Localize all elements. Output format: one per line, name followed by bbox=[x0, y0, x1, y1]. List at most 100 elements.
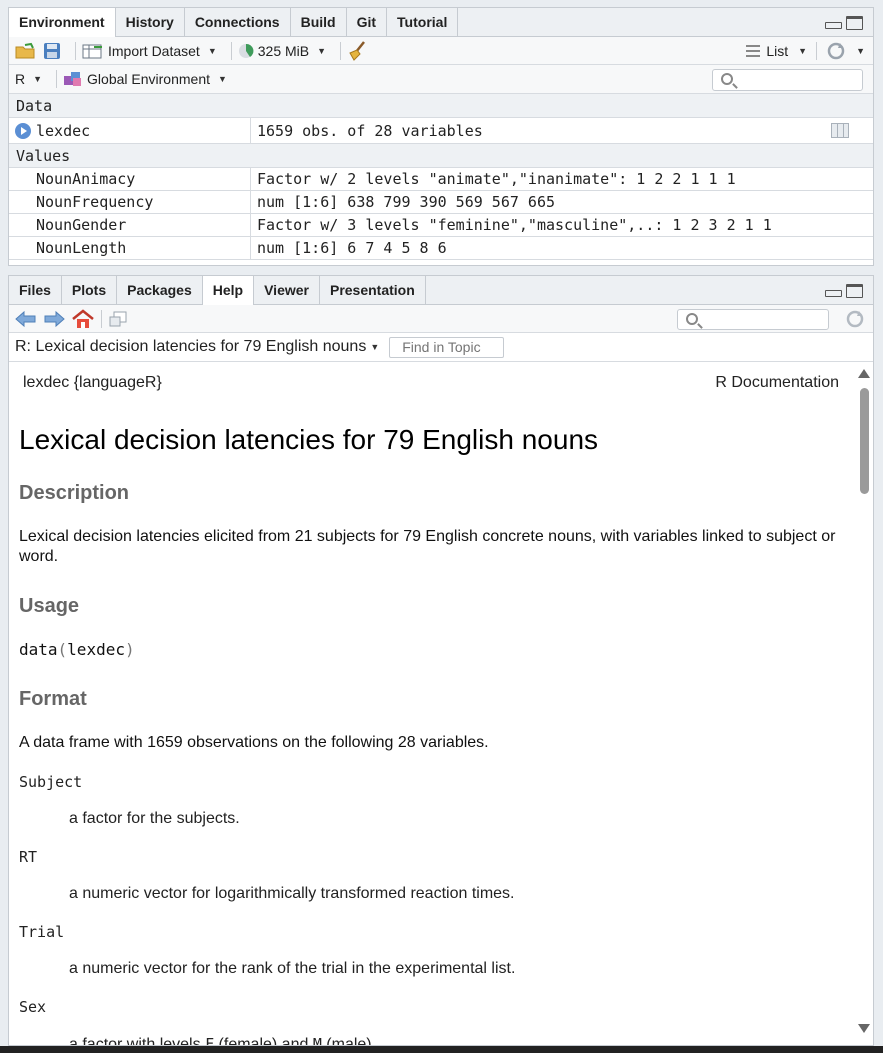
topic-title-dropdown[interactable]: R: Lexical decision latencies for 79 Eng… bbox=[15, 338, 366, 356]
scroll-up-icon[interactable] bbox=[858, 369, 870, 378]
data-section-header: Data bbox=[9, 94, 873, 118]
tab-viewer[interactable]: Viewer bbox=[254, 276, 320, 304]
back-arrow-icon[interactable] bbox=[15, 310, 37, 328]
value-row[interactable]: NounGender Factor w/ 3 levels "feminine"… bbox=[9, 214, 873, 237]
sex-desc-post: (male). bbox=[321, 1036, 377, 1045]
data-row-lexdec[interactable]: lexdec 1659 obs. of 28 variables bbox=[9, 118, 873, 144]
forward-arrow-icon[interactable] bbox=[43, 310, 65, 328]
sex-desc-mid: (female) and bbox=[214, 1036, 313, 1045]
broom-icon[interactable] bbox=[347, 40, 369, 61]
usage-code: data(lexdec) bbox=[19, 640, 845, 660]
refresh-icon[interactable] bbox=[845, 309, 865, 329]
sex-desc-pre: a factor with levels bbox=[69, 1036, 206, 1045]
help-scrollbar[interactable] bbox=[855, 362, 873, 1045]
object-value: Factor w/ 3 levels "feminine","masculine… bbox=[257, 216, 772, 234]
language-label: R bbox=[15, 71, 26, 87]
help-toolbar bbox=[9, 305, 873, 333]
help-topic-bar: R: Lexical decision latencies for 79 Eng… bbox=[9, 333, 873, 362]
memory-usage-label: 325 MiB bbox=[257, 42, 310, 59]
help-tabbar: Files Plots Packages Help Viewer Present… bbox=[9, 276, 873, 305]
object-value: num [1:6] 6 7 4 5 8 6 bbox=[257, 239, 447, 257]
object-name: lexdec bbox=[9, 118, 251, 143]
value-row[interactable]: NounLength num [1:6] 6 7 4 5 8 6 bbox=[9, 237, 873, 260]
tab-help[interactable]: Help bbox=[202, 276, 255, 305]
import-dataset-button[interactable]: Import Dataset ▼ bbox=[82, 43, 217, 59]
expand-play-icon[interactable] bbox=[15, 123, 31, 139]
variable-description: a numeric vector for the rank of the tri… bbox=[69, 960, 516, 977]
tab-build[interactable]: Build bbox=[290, 8, 347, 36]
env-scope-bar: R ▼ Global Environment ▼ bbox=[9, 65, 873, 94]
tab-git[interactable]: Git bbox=[346, 8, 388, 36]
scroll-down-icon[interactable] bbox=[858, 1024, 870, 1033]
memory-pie-icon bbox=[238, 43, 254, 58]
value-row[interactable]: NounAnimacy Factor w/ 2 levels "animate"… bbox=[9, 168, 873, 191]
usage-heading: Usage bbox=[19, 595, 80, 617]
search-icon bbox=[686, 313, 698, 325]
open-folder-icon[interactable] bbox=[15, 42, 39, 60]
usage-open-paren: ( bbox=[57, 640, 68, 659]
variable-name: Subject bbox=[19, 773, 83, 791]
tab-tutorial[interactable]: Tutorial bbox=[387, 8, 459, 36]
help-pane: Files Plots Packages Help Viewer Present… bbox=[8, 275, 874, 1046]
home-icon[interactable] bbox=[71, 308, 95, 329]
view-table-icon[interactable] bbox=[831, 123, 849, 138]
sex-level-f: F bbox=[205, 1035, 215, 1045]
import-table-icon bbox=[82, 44, 102, 58]
environment-scope-label: Global Environment bbox=[87, 71, 210, 87]
variable-name: Sex bbox=[19, 998, 47, 1016]
object-value: Factor w/ 2 levels "animate","inanimate"… bbox=[257, 170, 736, 188]
variable-description: a factor for the subjects. bbox=[69, 810, 240, 827]
object-name: NounAnimacy bbox=[9, 168, 251, 190]
tab-packages[interactable]: Packages bbox=[117, 276, 203, 304]
usage-function: data bbox=[19, 640, 58, 659]
view-mode-label[interactable]: List bbox=[766, 43, 788, 59]
tab-environment[interactable]: Environment bbox=[9, 8, 116, 37]
description-text: Lexical decision latencies elicited from… bbox=[19, 528, 836, 565]
chevron-down-icon: ▼ bbox=[207, 45, 217, 56]
open-in-window-icon[interactable] bbox=[108, 310, 128, 328]
tab-plots[interactable]: Plots bbox=[61, 276, 118, 304]
doc-source-label: R Documentation bbox=[715, 374, 839, 391]
chevron-down-icon: ▼ bbox=[856, 46, 865, 56]
object-name: NounGender bbox=[9, 214, 251, 236]
memory-usage-button[interactable]: 325 MiB ▼ bbox=[238, 43, 326, 59]
window-bottom-edge bbox=[0, 1046, 883, 1053]
value-row[interactable]: NounFrequency num [1:6] 638 799 390 569 … bbox=[9, 191, 873, 214]
format-text: A data frame with 1659 observations on t… bbox=[19, 734, 489, 751]
chevron-down-icon: ▼ bbox=[33, 74, 43, 84]
chevron-down-icon: ▼ bbox=[798, 46, 808, 56]
chevron-down-icon: ▼ bbox=[317, 45, 327, 56]
tab-presentation[interactable]: Presentation bbox=[319, 276, 426, 304]
chevron-down-icon[interactable]: ▼ bbox=[370, 342, 379, 352]
doc-title: Lexical decision latencies for 79 Englis… bbox=[19, 424, 599, 455]
variable-description: a factor with levels F (female) and M (m… bbox=[19, 1035, 845, 1045]
variable-name: Trial bbox=[19, 923, 65, 941]
list-view-icon[interactable] bbox=[746, 45, 761, 57]
find-in-topic-input[interactable] bbox=[389, 336, 505, 358]
help-document: lexdec {languageR} R Documentation Lexic… bbox=[9, 362, 855, 1045]
tab-files[interactable]: Files bbox=[9, 276, 62, 304]
usage-argument: lexdec bbox=[67, 640, 125, 659]
env-tabbar: Environment History Connections Build Gi… bbox=[9, 8, 873, 37]
environment-cubes-icon bbox=[64, 72, 82, 86]
chevron-down-icon: ▼ bbox=[218, 74, 227, 84]
language-dropdown[interactable]: R ▼ bbox=[15, 71, 42, 87]
tab-history[interactable]: History bbox=[115, 8, 185, 36]
object-name: NounFrequency bbox=[9, 191, 251, 213]
maximize-icon[interactable] bbox=[846, 284, 863, 298]
save-icon[interactable] bbox=[43, 42, 61, 60]
help-search-input[interactable] bbox=[677, 309, 829, 330]
variable-name: RT bbox=[19, 848, 38, 866]
environment-pane: Environment History Connections Build Gi… bbox=[8, 7, 874, 266]
minimize-icon[interactable] bbox=[825, 16, 842, 30]
refresh-icon[interactable] bbox=[826, 41, 846, 61]
scroll-thumb[interactable] bbox=[860, 388, 869, 494]
sex-level-m: M bbox=[312, 1035, 322, 1045]
environment-scope-dropdown[interactable]: Global Environment ▼ bbox=[63, 70, 227, 88]
tab-connections[interactable]: Connections bbox=[184, 8, 291, 36]
env-search-input[interactable] bbox=[712, 69, 863, 91]
object-name: NounLength bbox=[9, 237, 251, 259]
maximize-icon[interactable] bbox=[846, 16, 863, 30]
minimize-icon[interactable] bbox=[825, 284, 842, 298]
variable-description: a numeric vector for logarithmically tra… bbox=[69, 885, 515, 902]
